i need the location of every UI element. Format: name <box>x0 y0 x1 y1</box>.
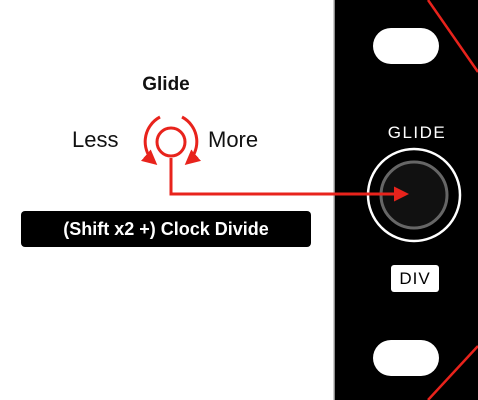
direction-more-label: More <box>208 127 259 152</box>
panel-div-badge: DIV <box>391 265 439 292</box>
mounting-slot-top <box>373 28 439 64</box>
shift-function-label: (Shift x2 +) Clock Divide <box>21 211 311 247</box>
diagram-canvas <box>141 0 478 400</box>
panel-glide-label: GLIDE <box>387 123 447 142</box>
direction-less-label: Less <box>72 127 119 152</box>
knob-icon <box>155 126 187 158</box>
mounting-slot-bottom <box>373 340 439 376</box>
knob-title: Glide <box>142 74 190 95</box>
